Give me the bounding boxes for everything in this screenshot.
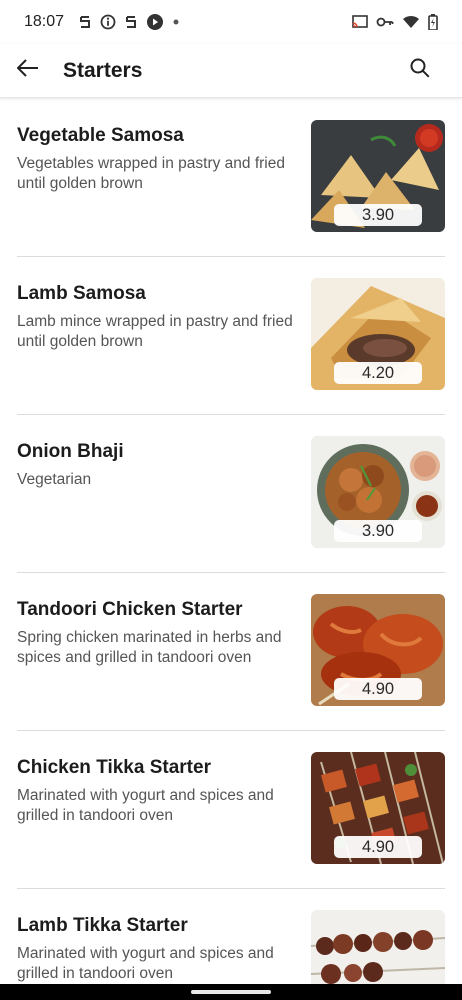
price-badge: 3.90 — [334, 520, 422, 542]
page-title: Starters — [63, 58, 143, 82]
search-icon — [410, 58, 430, 83]
status-time: 18:07 — [24, 13, 65, 30]
arrow-left-icon — [16, 59, 39, 82]
price-badge: 4.90 — [334, 678, 422, 700]
battery-icon — [428, 14, 438, 30]
item-name: Lamb Tikka Starter — [17, 915, 188, 936]
item-photo[interactable]: 3.90 — [311, 436, 445, 548]
price-badge: 4.90 — [334, 836, 422, 858]
item-photo[interactable]: 4.90 — [311, 594, 445, 706]
item-name: Onion Bhaji — [17, 441, 124, 462]
item-name: Tandoori Chicken Starter — [17, 599, 243, 620]
search-button[interactable] — [392, 44, 448, 98]
item-description: Vegetarian — [17, 471, 92, 488]
menu-item[interactable]: Lamb Samosa Lamb mince wrapped in pastry… — [17, 257, 445, 415]
play-circle-icon — [146, 13, 164, 31]
home-gesture-handle[interactable] — [191, 990, 271, 994]
item-name: Lamb Samosa — [17, 283, 146, 304]
back-button[interactable] — [0, 44, 56, 98]
menu-item[interactable]: Vegetable Samosa Vegetables wrapped in p… — [17, 99, 445, 257]
navigation-bar — [0, 984, 462, 1000]
vpn-key-icon — [376, 16, 394, 28]
dot-icon — [172, 18, 180, 26]
item-description: Vegetables wrapped in pastry and fried u… — [17, 155, 285, 192]
info-icon — [100, 14, 116, 30]
price-badge: 4.20 — [334, 362, 422, 384]
item-description: Marinated with yogurt and spices and gri… — [17, 945, 274, 982]
menu-item[interactable]: Onion Bhaji Vegetarian 3.90 — [17, 415, 445, 573]
price-badge: 3.90 — [334, 204, 422, 226]
item-description: Lamb mince wrapped in pastry and fried u… — [17, 313, 293, 350]
item-name: Chicken Tikka Starter — [17, 757, 211, 778]
item-photo[interactable]: 4.20 — [311, 278, 445, 390]
wifi-icon — [402, 15, 420, 29]
status-bar: 18:07 — [0, 0, 462, 44]
menu-item[interactable]: Tandoori Chicken Starter Spring chicken … — [17, 573, 445, 731]
item-description: Marinated with yogurt and spices and gri… — [17, 787, 274, 824]
item-photo[interactable]: 4.90 — [311, 752, 445, 864]
app-bar: Starters — [0, 44, 462, 98]
item-name: Vegetable Samosa — [17, 125, 184, 146]
menu-item[interactable]: Lamb Tikka Starter Marinated with yogurt… — [17, 889, 445, 984]
sync-icon — [78, 14, 92, 30]
cast-icon — [352, 15, 368, 29]
item-description: Spring chicken marinated in herbs and sp… — [17, 629, 282, 666]
sync-icon-2 — [124, 14, 138, 30]
menu-item[interactable]: Chicken Tikka Starter Marinated with yog… — [17, 731, 445, 889]
menu-list: Vegetable Samosa Vegetables wrapped in p… — [0, 99, 462, 984]
item-photo[interactable]: 3.90 — [311, 120, 445, 232]
item-photo[interactable] — [311, 910, 445, 984]
